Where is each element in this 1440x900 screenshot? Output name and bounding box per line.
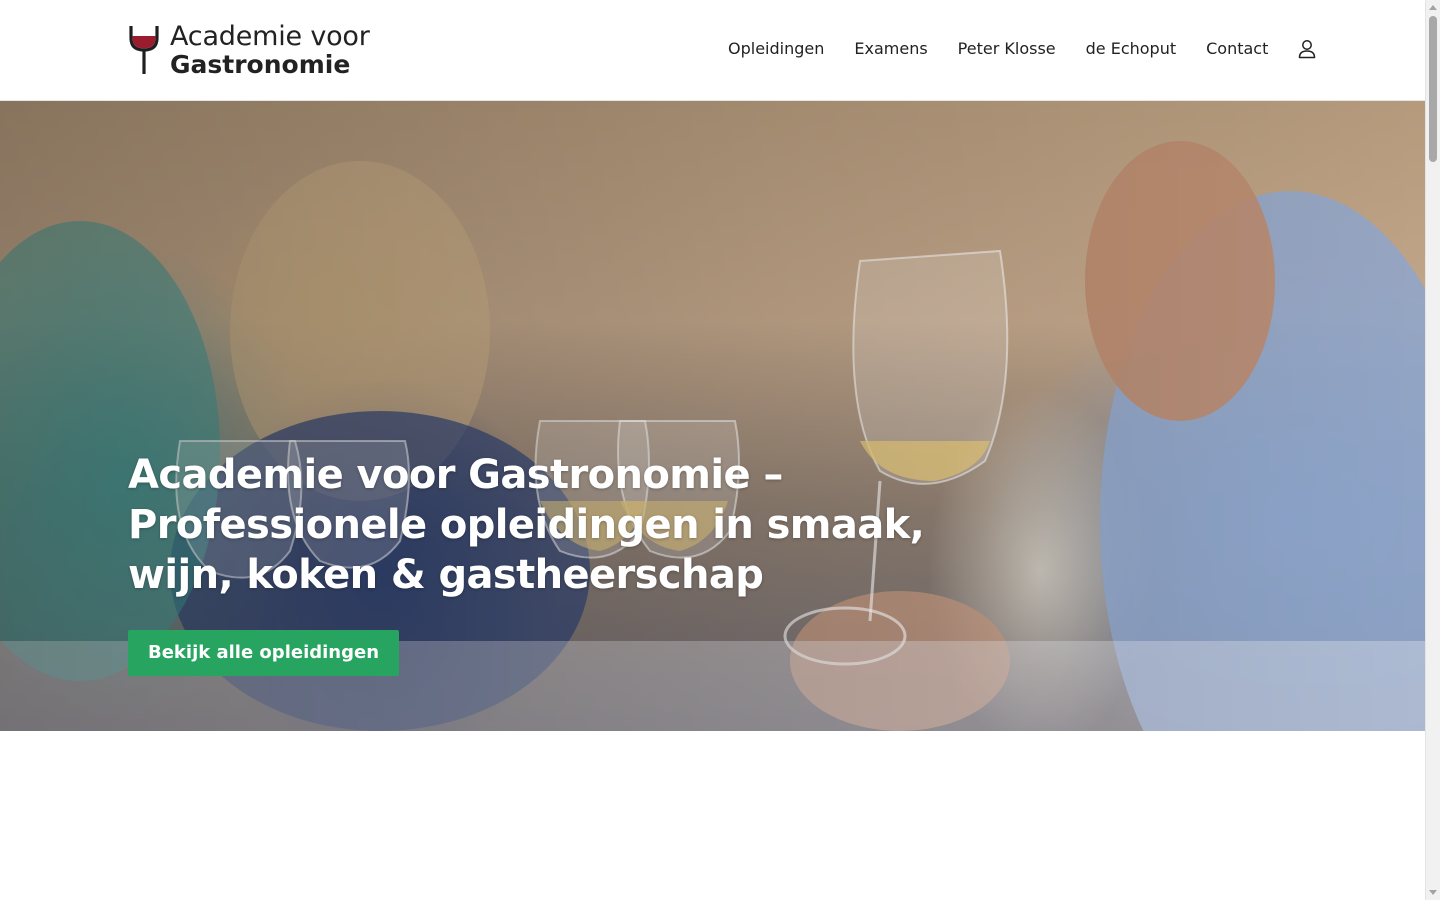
nav-de-echoput[interactable]: de Echoput (1086, 38, 1177, 60)
user-icon[interactable] (1298, 39, 1316, 59)
nav-contact[interactable]: Contact (1206, 38, 1268, 60)
scroll-thumb[interactable] (1429, 16, 1437, 162)
main-nav: Opleidingen Examens Peter Klosse de Echo… (728, 38, 1316, 60)
logo-link[interactable]: Academie voor Gastronomie (128, 21, 378, 79)
nav-peter-klosse[interactable]: Peter Klosse (958, 38, 1056, 60)
view-all-courses-button[interactable]: Bekijk alle opleidingen (128, 630, 400, 676)
site-header: Academie voor Gastronomie Opleidingen Ex… (0, 0, 1425, 101)
hero-title: Academie voor Gastronomie – Professionel… (128, 452, 925, 598)
scroll-up-icon[interactable] (1429, 5, 1437, 10)
hero-section: Academie voor Gastronomie – Professionel… (0, 101, 1425, 731)
logo-text: Academie voor Gastronomie (170, 21, 370, 79)
nav-examens[interactable]: Examens (854, 38, 927, 60)
page-scrollbar[interactable] (1425, 0, 1440, 900)
wine-glass-logo-icon (129, 26, 159, 74)
hero-content: Academie voor Gastronomie – Professionel… (128, 450, 928, 676)
logo-line2: Gastronomie (170, 50, 351, 79)
logo-line1: Academie voor (170, 21, 370, 52)
nav-opleidingen[interactable]: Opleidingen (728, 38, 824, 60)
scroll-down-icon[interactable] (1429, 890, 1437, 895)
